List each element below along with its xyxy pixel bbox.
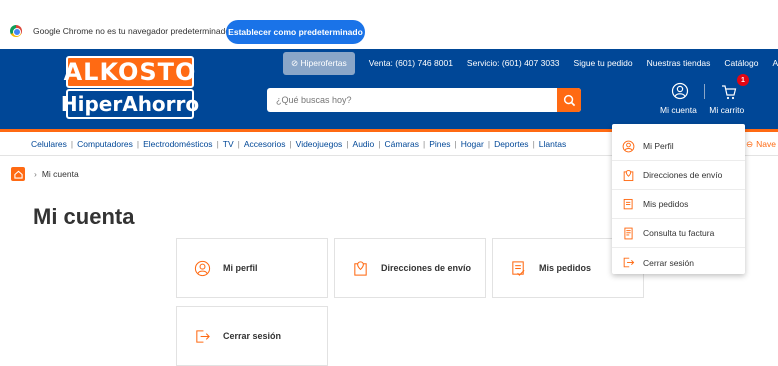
dropdown-item-cerrar-sesion[interactable]: Cerrar sesión — [612, 248, 745, 277]
account-dropdown: Mi Perfil Direcciones de envío Mis pedid… — [612, 124, 745, 274]
card-label: Mi perfil — [223, 263, 258, 273]
top-nav: ⊘ Hiperofertas Venta: (601) 746 8001 Ser… — [283, 51, 778, 75]
category-videojuegos[interactable]: Videojuegos — [296, 139, 343, 149]
nav-right-label: Nave — [756, 139, 776, 149]
dropdown-item-label: Consulta tu factura — [643, 228, 715, 238]
search-icon — [563, 94, 575, 106]
card-direcciones[interactable]: Direcciones de envío — [334, 238, 486, 298]
site-header: ALKOSTO HiperAhorro ⊘ Hiperofertas Venta… — [0, 49, 778, 129]
breadcrumb: › Mi cuenta — [11, 167, 79, 181]
dropdown-item-mi-perfil[interactable]: Mi Perfil — [612, 132, 745, 161]
divider — [704, 84, 705, 99]
home-icon[interactable] — [11, 167, 25, 181]
search-button[interactable] — [557, 88, 581, 112]
user-icons: 1 — [653, 74, 773, 102]
user-labels: Mi cuenta Mi carrito — [660, 105, 754, 115]
hiperofertas-label: Hiperofertas — [300, 57, 347, 68]
dropdown-item-factura[interactable]: Consulta tu factura — [612, 219, 745, 248]
account-label[interactable]: Mi cuenta — [660, 105, 697, 115]
separator: | — [532, 139, 535, 149]
separator: | — [454, 139, 457, 149]
chrome-icon — [10, 25, 22, 37]
separator: | — [136, 139, 140, 149]
separator: | — [237, 139, 240, 149]
separator: | — [216, 139, 219, 149]
category-deportes[interactable]: Deportes — [494, 139, 529, 149]
category-pines[interactable]: Pines — [429, 139, 450, 149]
hiperofertas-link[interactable]: ⊘ Hiperofertas — [283, 51, 355, 75]
search-input[interactable] — [267, 88, 557, 112]
alkosto-logo[interactable]: ALKOSTO HiperAhorro — [61, 56, 199, 120]
set-default-browser-button[interactable]: Establecer como predeterminado — [226, 20, 365, 44]
user-area: 1 Mi cuenta Mi carrito — [653, 74, 773, 123]
dropdown-item-label: Mis pedidos — [643, 199, 689, 209]
cart-icon[interactable] — [720, 83, 738, 101]
separator: | — [487, 139, 491, 149]
infobar-message: Google Chrome no es tu navegador predete… — [33, 26, 231, 36]
invoice-icon — [621, 226, 635, 240]
category-hogar[interactable]: Hogar — [461, 139, 484, 149]
category-tv[interactable]: TV — [223, 139, 234, 149]
card-label: Direcciones de envío — [381, 263, 472, 273]
nav-icon: ⊖ — [746, 138, 754, 149]
orders-icon — [621, 197, 635, 211]
dropdown-item-direcciones[interactable]: Direcciones de envío — [612, 161, 745, 190]
user-icon — [621, 139, 635, 153]
stores-link[interactable]: Nuestras tiendas — [647, 58, 711, 68]
dropdown-item-label: Direcciones de envío — [643, 170, 723, 180]
separator: | — [422, 139, 426, 149]
page-title: Mi cuenta — [33, 204, 135, 229]
card-mi-perfil[interactable]: Mi perfil — [176, 238, 328, 298]
category-list: Celulares | Computadores | Electrodoméstic… — [31, 139, 566, 149]
default-browser-infobar: Google Chrome no es tu navegador predete… — [0, 0, 778, 44]
category-electrodomesticos[interactable]: Electrodomésticos — [143, 139, 212, 149]
category-celulares[interactable]: Celulares — [31, 139, 67, 149]
account-icon[interactable] — [671, 82, 689, 100]
category-computadores[interactable]: Computadores — [77, 139, 133, 149]
category-llantas[interactable]: Llantas — [539, 139, 566, 149]
location-icon — [621, 168, 635, 182]
nav-right-link[interactable]: ⊖ Nave — [746, 135, 778, 153]
logout-icon — [193, 327, 211, 345]
logo-top: ALKOSTO — [63, 56, 197, 88]
cart-count-badge: 1 — [737, 74, 749, 86]
orders-icon — [509, 259, 527, 277]
logout-icon — [621, 256, 635, 270]
separator: | — [70, 139, 74, 149]
category-camaras[interactable]: Cámaras — [385, 139, 419, 149]
logo-bottom: HiperAhorro — [61, 89, 199, 119]
category-accesorios[interactable]: Accesorios — [244, 139, 286, 149]
breadcrumb-current: Mi cuenta — [41, 169, 79, 179]
track-order-link[interactable]: Sigue tu pedido — [574, 58, 633, 68]
search-bar — [267, 88, 581, 112]
dropdown-item-label: Cerrar sesión — [643, 257, 695, 268]
dropdown-item-label: Mi Perfil — [643, 141, 674, 151]
separator: | — [378, 139, 381, 149]
dropdown-item-mis-pedidos[interactable]: Mis pedidos — [612, 190, 745, 219]
card-cerrar-sesion[interactable]: Cerrar sesión — [176, 306, 328, 366]
service-phone-link[interactable]: Servicio: (601) 407 3033 — [467, 58, 560, 68]
catalog-link[interactable]: Catálogo — [724, 58, 758, 68]
cart-label[interactable]: Mi carrito — [709, 105, 744, 115]
separator: | — [346, 139, 349, 149]
separator: | — [289, 139, 292, 149]
sales-phone-link[interactable]: Venta: (601) 746 8001 — [369, 58, 453, 68]
chevron-right-icon: › — [34, 169, 37, 179]
more-link[interactable]: A — [772, 58, 778, 68]
user-icon — [193, 259, 211, 277]
card-label: Cerrar sesión — [223, 331, 282, 341]
card-label: Mis pedidos — [539, 263, 592, 273]
location-icon — [351, 259, 369, 277]
category-audio[interactable]: Audio — [353, 139, 375, 149]
